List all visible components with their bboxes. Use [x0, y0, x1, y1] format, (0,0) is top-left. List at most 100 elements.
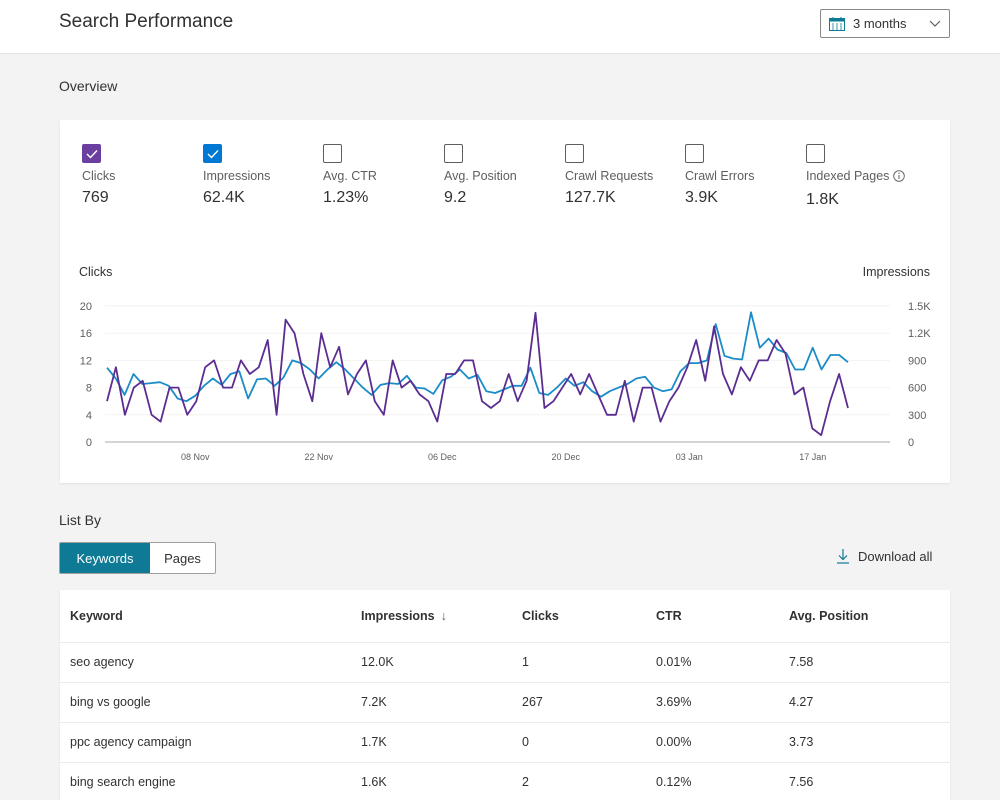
cell-clicks: 0: [522, 722, 656, 763]
keywords-table-card: Keyword Impressions ↓ Clicks CTR Avg. Pos…: [60, 590, 950, 800]
x-tick: 08 Nov: [181, 452, 210, 462]
y-axis-title-impressions: Impressions: [863, 265, 930, 279]
metric-crawl-errors[interactable]: Crawl Errors 3.9K: [685, 144, 805, 207]
cell-keyword: seo agency: [60, 642, 361, 683]
x-tick: 20 Dec: [551, 452, 580, 462]
column-header-keyword[interactable]: Keyword: [60, 590, 361, 643]
cell-avg-position: 4.27: [789, 682, 950, 723]
date-range-dropdown[interactable]: 3 months: [820, 9, 950, 38]
series-line-clicks: [106, 311, 849, 437]
metric-value: 62.4K: [203, 189, 245, 206]
tab-pages[interactable]: Pages: [150, 543, 215, 573]
metric-checkbox[interactable]: [685, 144, 704, 163]
metric-value: 9.2: [444, 189, 467, 206]
metric-impressions[interactable]: Impressions 62.4K: [203, 144, 323, 207]
metric-label: Indexed Pages: [806, 169, 926, 183]
y-tick-right: 0: [908, 437, 914, 449]
y-tick-right: 900: [908, 355, 926, 367]
metric-clicks[interactable]: Clicks 769: [82, 144, 202, 207]
metric-label-text: Impressions: [203, 169, 271, 183]
y-tick-left: 0: [86, 437, 92, 449]
page-title: Search Performance: [59, 11, 234, 32]
column-header-avg-position[interactable]: Avg. Position: [789, 590, 950, 643]
table-row[interactable]: bing vs google 7.2K 267 3.69% 4.27: [60, 682, 950, 723]
metric-indexed-pages[interactable]: Indexed Pages 1.8K: [806, 144, 926, 209]
metric-value: 127.7K: [565, 189, 616, 206]
metric-checkbox[interactable]: [323, 144, 342, 163]
download-all-button[interactable]: Download all: [836, 548, 932, 564]
metric-label-text: Indexed Pages: [806, 169, 890, 183]
cell-keyword: bing search engine: [60, 762, 361, 800]
column-header-clicks[interactable]: Clicks: [522, 590, 656, 643]
y-tick-left: 8: [86, 383, 92, 395]
cell-impressions: 7.2K: [361, 682, 522, 723]
cell-ctr: 0.00%: [656, 722, 789, 763]
metric-label: Avg. CTR: [323, 169, 443, 183]
metric-label-text: Crawl Requests: [565, 169, 654, 183]
y-tick-right: 600: [908, 383, 926, 395]
metric-label-text: Avg. CTR: [323, 169, 377, 183]
metric-value: 1.23%: [323, 189, 369, 206]
metric-value: 1.8K: [806, 191, 839, 208]
metric-avg-position[interactable]: Avg. Position 9.2: [444, 144, 564, 207]
table-row[interactable]: bing search engine 1.6K 2 0.12% 7.56: [60, 762, 950, 800]
performance-chart: Clicks Impressions 0 0 4 300 8 600 12 900 16 1.2K 20…: [79, 265, 931, 462]
info-icon[interactable]: [893, 170, 906, 182]
download-all-label: Download all: [858, 548, 933, 564]
y-tick-left: 12: [80, 355, 92, 367]
metric-label: Crawl Requests: [565, 169, 685, 183]
list-by-heading: List By: [59, 512, 102, 528]
x-tick: 03 Jan: [676, 452, 703, 462]
checkmark-icon: [86, 149, 98, 159]
metric-label-text: Avg. Position: [444, 169, 517, 183]
metric-label: Avg. Position: [444, 169, 564, 183]
metric-crawl-requests[interactable]: Crawl Requests 127.7K: [565, 144, 685, 207]
table-row[interactable]: seo agency 12.0K 1 0.01% 7.58: [60, 642, 950, 683]
metric-checkbox[interactable]: [82, 144, 101, 163]
x-tick: 17 Jan: [799, 452, 826, 462]
metric-checkbox[interactable]: [806, 144, 825, 163]
cell-avg-position: 7.56: [789, 762, 950, 800]
metric-label-text: Crawl Errors: [685, 169, 755, 183]
y-tick-right: 1.5K: [908, 301, 931, 313]
y-tick-right: 300: [908, 410, 926, 422]
column-header-impressions[interactable]: Impressions ↓: [361, 590, 522, 643]
metric-label: Clicks: [82, 169, 202, 183]
y-tick-left: 20: [80, 301, 92, 313]
keywords-table: Keyword Impressions ↓ Clicks CTR Avg. Pos…: [60, 590, 950, 800]
cell-keyword: ppc agency campaign: [60, 722, 361, 763]
y-tick-left: 16: [80, 328, 92, 340]
table-header-row: Keyword Impressions ↓ Clicks CTR Avg. Pos…: [60, 590, 950, 643]
chevron-down-icon: [929, 20, 941, 27]
metric-checkbox[interactable]: [565, 144, 584, 163]
tab-keywords[interactable]: Keywords: [60, 543, 150, 573]
cell-impressions: 1.7K: [361, 722, 522, 763]
sort-descending-icon: ↓: [440, 608, 447, 623]
cell-ctr: 0.01%: [656, 642, 789, 683]
calendar-icon: [829, 16, 845, 31]
top-bar: Search Performance 3 months: [0, 0, 1000, 54]
table-row[interactable]: ppc agency campaign 1.7K 0 0.00% 3.73: [60, 722, 950, 763]
y-axis-title-clicks: Clicks: [79, 265, 112, 279]
cell-impressions: 1.6K: [361, 762, 522, 800]
cell-ctr: 3.69%: [656, 682, 789, 723]
checkmark-icon: [207, 149, 219, 159]
y-tick-right: 1.2K: [908, 328, 931, 340]
cell-avg-position: 7.58: [789, 642, 950, 683]
metric-checkbox[interactable]: [203, 144, 222, 163]
x-tick: 06 Dec: [428, 452, 457, 462]
metric-label-text: Clicks: [82, 169, 116, 183]
cell-ctr: 0.12%: [656, 762, 789, 800]
metric-label: Crawl Errors: [685, 169, 805, 183]
cell-keyword: bing vs google: [60, 682, 361, 723]
download-icon: [837, 549, 849, 564]
metric-label: Impressions: [203, 169, 323, 183]
metric-checkbox[interactable]: [444, 144, 463, 163]
cell-clicks: 267: [522, 682, 656, 723]
column-header-ctr[interactable]: CTR: [656, 590, 789, 643]
date-range-value: 3 months: [853, 16, 907, 31]
cell-avg-position: 3.73: [789, 722, 950, 763]
list-by-toggle: Keywords Pages: [59, 542, 216, 574]
metric-avg-ctr[interactable]: Avg. CTR 1.23%: [323, 144, 443, 207]
metric-value: 769: [82, 189, 109, 206]
